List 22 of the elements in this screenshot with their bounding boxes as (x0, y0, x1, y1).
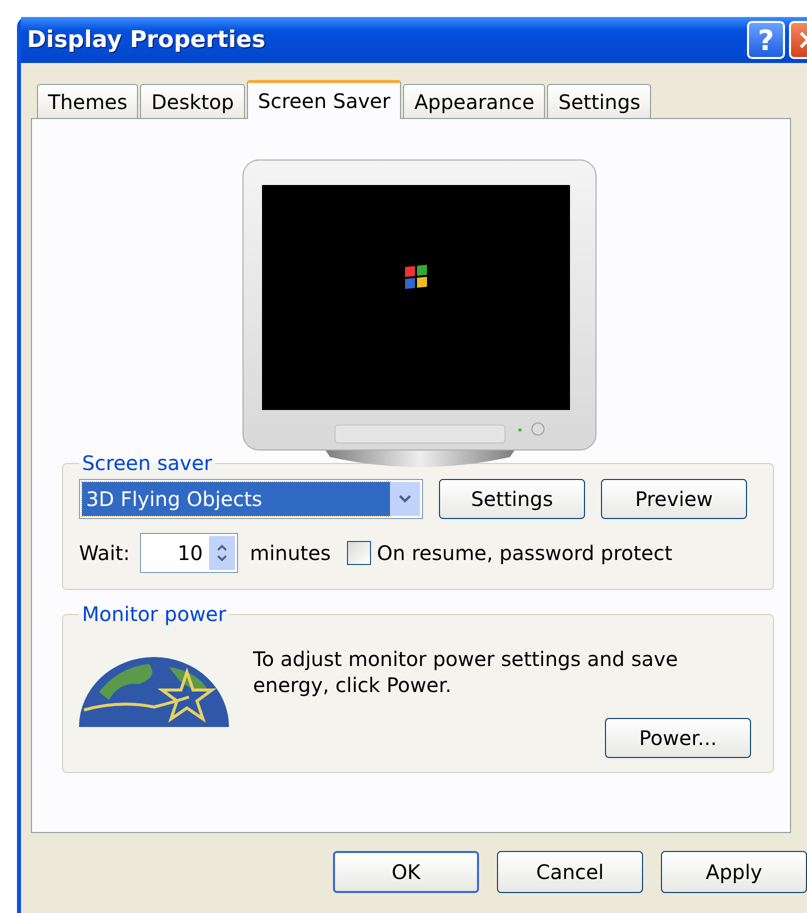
dialog-button[interactable]: Cancel (497, 851, 643, 893)
tab[interactable]: Screen Saver (246, 80, 402, 119)
instruction-text: To adjust monitor power settings and save energy, click Power. (253, 646, 679, 698)
dialog-button[interactable]: Settings (439, 479, 585, 519)
tab[interactable]: Desktop (140, 84, 245, 118)
power-button[interactable]: Power... (605, 718, 751, 758)
dialog-button[interactable]: Apply (661, 851, 807, 893)
spinner-arrows-icon (208, 536, 235, 570)
tab[interactable]: Themes (37, 84, 138, 118)
window-title: Display Properties (27, 27, 266, 53)
screen-saver-dropdown[interactable]: 3D Flying Objects (79, 479, 423, 519)
group-label: Monitor power (81, 602, 228, 626)
tab[interactable]: Settings (547, 84, 652, 118)
dialog-button[interactable]: Preview (601, 479, 747, 519)
dialog-button[interactable]: OK (333, 851, 479, 893)
wait-label: Wait: (79, 541, 130, 565)
minutes-label: minutes (250, 541, 331, 565)
wait-spinner[interactable]: 10 (140, 533, 238, 573)
checkbox[interactable] (346, 541, 371, 565)
tab[interactable]: Appearance (403, 84, 546, 118)
group-label: Screen saver (81, 451, 214, 475)
checkbox-label: On resume, password protect (376, 541, 672, 565)
